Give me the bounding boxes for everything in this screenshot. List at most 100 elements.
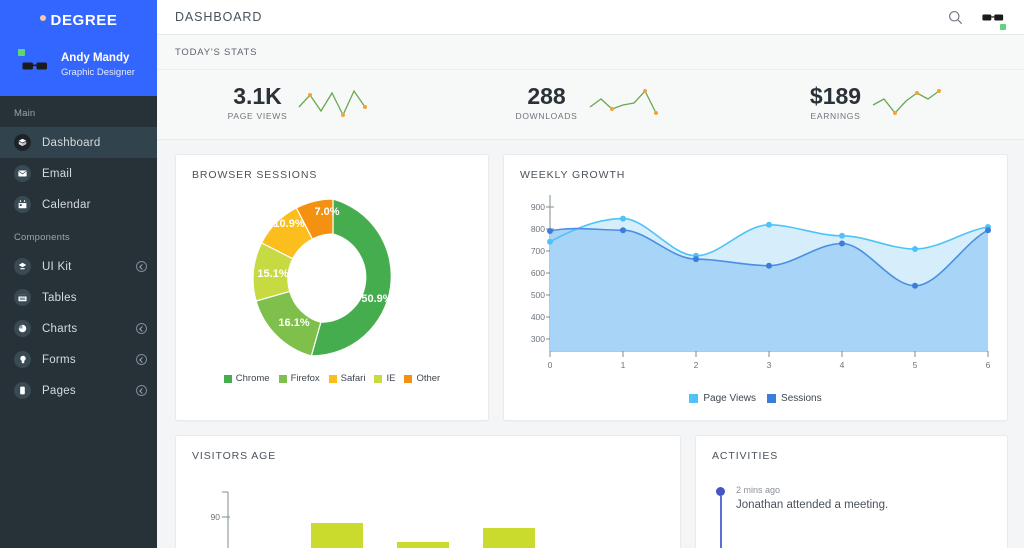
activity-time: 2 mins ago xyxy=(736,484,888,496)
chevron-left-icon[interactable] xyxy=(136,261,147,272)
stat-label: DOWNLOADS xyxy=(515,111,577,121)
svg-text:1: 1 xyxy=(621,360,626,370)
brand-logo[interactable]: DEGREE xyxy=(0,0,157,41)
sidebar-item-calendar[interactable]: Calendar xyxy=(0,189,157,220)
sidebar-item-label: Pages xyxy=(42,385,125,397)
sidebar-item-label: Forms xyxy=(42,354,125,366)
chevron-left-icon[interactable] xyxy=(136,385,147,396)
topbar: DASHBOARD xyxy=(157,0,1024,35)
sparkline-earnings xyxy=(871,85,949,119)
svg-text:4: 4 xyxy=(840,360,845,370)
chevron-left-icon[interactable] xyxy=(136,323,147,334)
stats-row: 3.1K PAGE VIEWS 288 DOWNLOADS xyxy=(157,70,1024,139)
sidebar-item-label: Charts xyxy=(42,323,125,335)
svg-text:900: 900 xyxy=(531,202,545,212)
sidebar-item-label: Email xyxy=(42,168,147,180)
sidebar: DEGREE Andy Mandy Graphic Designer xyxy=(0,0,157,548)
activities-list: 2 mins ago Jonathan attended a meeting. xyxy=(696,462,1007,514)
visitors-age-card: VISITORS AGE 90 80 xyxy=(175,435,681,548)
todays-stats-card: TODAY'S STATS 3.1K PAGE VIEWS xyxy=(157,35,1024,140)
sidebar-item-tables[interactable]: Tables xyxy=(0,282,157,313)
sparkline-page-views xyxy=(297,85,375,119)
calendar-icon xyxy=(14,196,31,213)
legend-swatch xyxy=(689,394,698,403)
dashboard-app: DEGREE Andy Mandy Graphic Designer xyxy=(0,0,1024,548)
table-icon xyxy=(14,289,31,306)
svg-text:300: 300 xyxy=(531,334,545,344)
charts-row-2: VISITORS AGE 90 80 ACTIVITIES xyxy=(157,421,1024,548)
stat-value: $189 xyxy=(810,83,861,110)
status-badge xyxy=(18,49,25,56)
stat-value: 288 xyxy=(515,83,577,110)
sidebar-item-charts[interactable]: Charts xyxy=(0,313,157,344)
sidebar-item-label: Tables xyxy=(42,292,147,304)
sidebar-item-dashboard[interactable]: Dashboard xyxy=(0,127,157,158)
card-title: WEEKLY GROWTH xyxy=(504,155,1007,181)
legend-item-page-views[interactable]: Page Views xyxy=(689,393,756,404)
svg-text:3: 3 xyxy=(767,360,772,370)
legend-label: Sessions xyxy=(781,393,822,404)
stat-downloads: 288 DOWNLOADS xyxy=(446,83,735,121)
avatar[interactable] xyxy=(979,3,1007,31)
browser-sessions-donut: 50.9% 16.1% 15.1% 10.9% 7.0% xyxy=(176,181,488,377)
y-axis-labels: 90 80 xyxy=(211,512,230,548)
donut-slice-label-ie: 15.1% xyxy=(257,268,288,280)
stat-text: $189 EARNINGS xyxy=(810,83,861,121)
card-title: ACTIVITIES xyxy=(696,436,1007,462)
legend-swatch xyxy=(767,394,776,403)
search-icon[interactable] xyxy=(948,10,963,25)
sidebar-section-main: Main xyxy=(0,96,157,127)
pie-icon xyxy=(14,320,31,337)
x-axis-labels: 0 1 2 3 4 5 6 xyxy=(548,351,991,370)
sidebar-item-label: Dashboard xyxy=(42,137,147,149)
user-name: Andy Mandy xyxy=(61,51,135,66)
bar xyxy=(311,523,363,548)
document-icon xyxy=(14,382,31,399)
weekly-growth-card: WEEKLY GROWTH 900 800 700 600 500 400 xyxy=(503,154,1008,421)
sidebar-item-label: UI Kit xyxy=(42,261,125,273)
svg-text:700: 700 xyxy=(531,246,545,256)
sidebar-section-components: Components xyxy=(0,220,157,251)
page-title: DASHBOARD xyxy=(175,10,948,24)
stat-text: 3.1K PAGE VIEWS xyxy=(228,83,288,121)
svg-text:5: 5 xyxy=(913,360,918,370)
sidebar-item-forms[interactable]: Forms xyxy=(0,344,157,375)
svg-text:90: 90 xyxy=(211,512,221,522)
sidebar-user-profile[interactable]: Andy Mandy Graphic Designer xyxy=(0,41,157,96)
sidebar-item-email[interactable]: Email xyxy=(0,158,157,189)
dot-icon xyxy=(40,15,46,21)
bar xyxy=(397,542,449,548)
weekly-growth-legend: Page Views Sessions xyxy=(504,393,1007,404)
activities-card: ACTIVITIES 2 mins ago Jonathan attended … xyxy=(695,435,1008,548)
charts-row-1: BROWSER SESSIONS xyxy=(157,140,1024,421)
timeline-line xyxy=(720,496,722,548)
dashboard-content: TODAY'S STATS 3.1K PAGE VIEWS xyxy=(157,35,1024,548)
donut-slice-label-firefox: 16.1% xyxy=(278,317,309,329)
card-title: BROWSER SESSIONS xyxy=(176,155,488,181)
sidebar-item-pages[interactable]: Pages xyxy=(0,375,157,406)
svg-text:2: 2 xyxy=(694,360,699,370)
layers-icon xyxy=(14,258,31,275)
svg-text:6: 6 xyxy=(986,360,991,370)
cube-icon xyxy=(14,134,31,151)
avatar xyxy=(18,48,52,82)
topbar-actions xyxy=(948,3,1007,31)
svg-text:500: 500 xyxy=(531,290,545,300)
sidebar-item-ui-kit[interactable]: UI Kit xyxy=(0,251,157,282)
donut-slice-label-safari: 10.9% xyxy=(273,218,304,230)
envelope-icon xyxy=(14,165,31,182)
user-role: Graphic Designer xyxy=(61,66,135,79)
bulb-icon xyxy=(14,351,31,368)
list-item[interactable]: 2 mins ago Jonathan attended a meeting. xyxy=(716,484,1007,514)
svg-text:400: 400 xyxy=(531,312,545,322)
stat-value: 3.1K xyxy=(228,83,288,110)
chevron-left-icon[interactable] xyxy=(136,354,147,365)
main-area: DASHBOARD xyxy=(157,0,1024,548)
donut-slice-label-chrome: 50.9% xyxy=(361,293,392,305)
browser-sessions-card: BROWSER SESSIONS xyxy=(175,154,489,421)
legend-item-sessions[interactable]: Sessions xyxy=(767,393,822,404)
visitors-age-bar-chart: 90 80 xyxy=(176,462,680,548)
donut-slice-label-other: 7.0% xyxy=(314,206,339,218)
stat-page-views: 3.1K PAGE VIEWS xyxy=(157,83,446,121)
activity-text: Jonathan attended a meeting. xyxy=(736,497,888,514)
